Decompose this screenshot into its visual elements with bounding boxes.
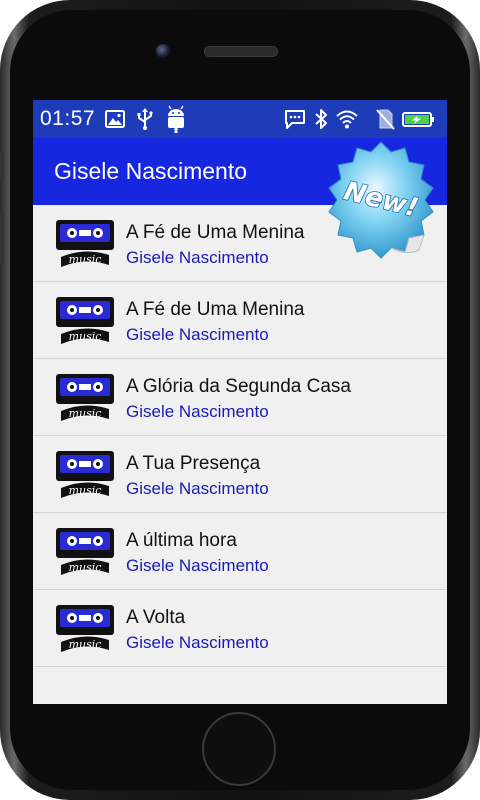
- screen: 01:57 Gisele Nascimento New! music A Fé …: [33, 100, 447, 704]
- home-button[interactable]: [202, 712, 276, 786]
- svg-text:music: music: [69, 561, 102, 574]
- song-title: A Glória da Segunda Casa: [126, 376, 351, 397]
- music-cassette-icon: music: [56, 297, 114, 344]
- list-item[interactable]: music A Fé de Uma Menina Gisele Nascimen…: [33, 282, 447, 359]
- list-item[interactable]: music A última hora Gisele Nascimento: [33, 513, 447, 590]
- song-title: A Tua Presença: [126, 453, 261, 474]
- list-item[interactable]: music A Tua Presença Gisele Nascimento: [33, 436, 447, 513]
- page-title: Gisele Nascimento: [54, 158, 248, 184]
- song-artist: Gisele Nascimento: [126, 325, 269, 344]
- song-artist: Gisele Nascimento: [126, 556, 269, 575]
- status-bar: 01:57: [33, 100, 447, 138]
- svg-text:music: music: [69, 638, 102, 651]
- song-title: A Volta: [126, 607, 186, 628]
- song-title: A última hora: [126, 530, 237, 551]
- music-cassette-icon: music: [56, 528, 114, 575]
- chat-icon: [285, 110, 305, 129]
- list-item[interactable]: music A Glória da Segunda Casa Gisele Na…: [33, 359, 447, 436]
- song-list: music A Fé de Uma Menina Gisele Nascimen…: [33, 205, 447, 667]
- song-artist: Gisele Nascimento: [126, 479, 269, 498]
- music-cassette-icon: music: [56, 220, 114, 267]
- front-camera: [156, 44, 170, 58]
- svg-text:music: music: [69, 484, 102, 497]
- new-sticker-badge: New!: [328, 141, 434, 259]
- music-cassette-icon: music: [56, 605, 114, 652]
- song-artist: Gisele Nascimento: [126, 402, 269, 421]
- music-cassette-icon: music: [56, 451, 114, 498]
- svg-text:music: music: [69, 253, 102, 266]
- bluetooth-icon: [315, 109, 327, 129]
- music-cassette-icon: music: [56, 374, 114, 421]
- battery-charging-icon: [402, 112, 434, 127]
- earpiece-speaker: [204, 46, 278, 57]
- status-time: 01:57: [40, 107, 96, 130]
- android-icon: [168, 105, 184, 133]
- side-button-left: [0, 150, 4, 180]
- usb-icon: [137, 108, 153, 130]
- song-title: A Fé de Uma Menina: [126, 299, 305, 320]
- image-icon: [105, 110, 125, 128]
- song-title: A Fé de Uma Menina: [126, 222, 305, 243]
- no-sim-icon: [376, 109, 395, 130]
- svg-text:music: music: [69, 330, 102, 343]
- side-button-left-2: [0, 210, 4, 265]
- wifi-icon: [336, 110, 358, 129]
- list-item[interactable]: music A Volta Gisele Nascimento: [33, 590, 447, 667]
- song-artist: Gisele Nascimento: [126, 248, 269, 267]
- song-artist: Gisele Nascimento: [126, 633, 269, 652]
- svg-text:music: music: [69, 407, 102, 420]
